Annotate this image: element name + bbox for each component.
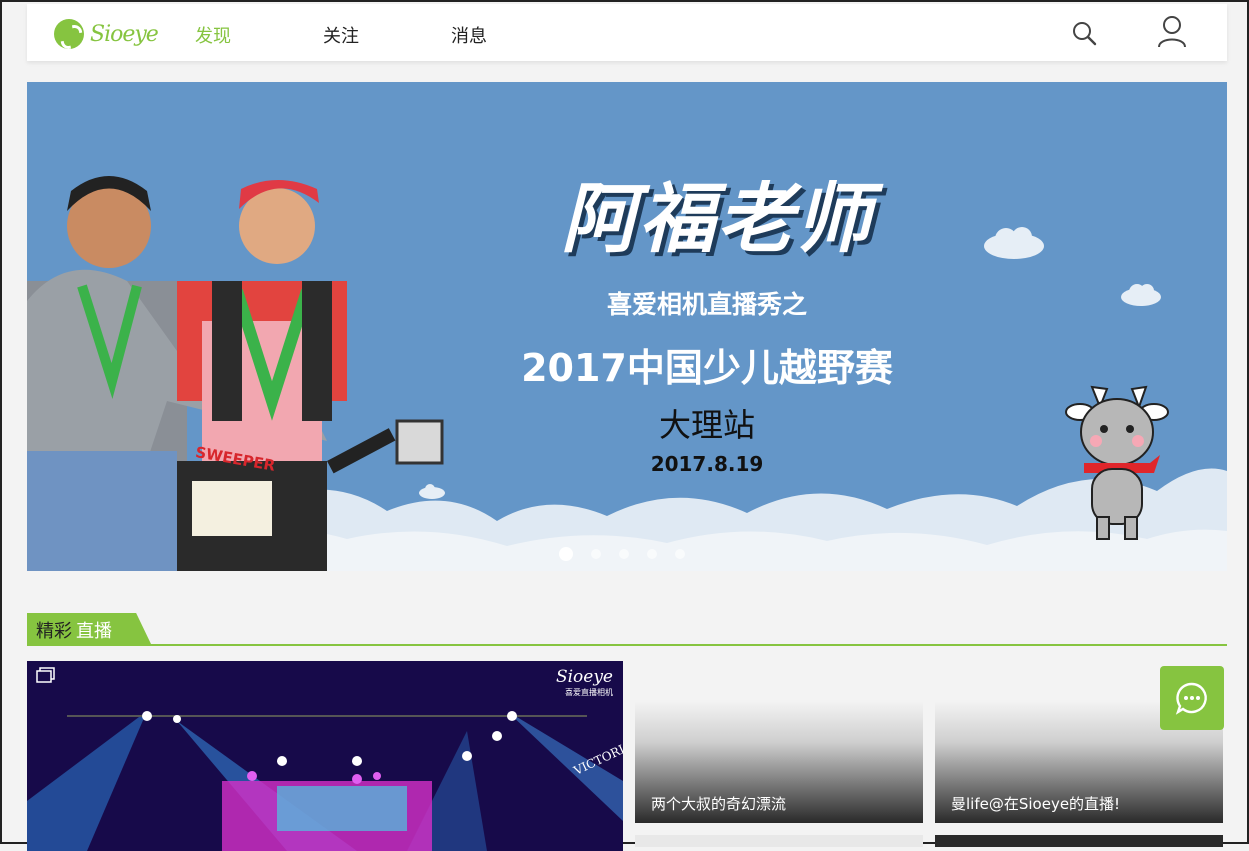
live-card-caption: 曼life@在Sioeye的直播!	[951, 795, 1121, 813]
goat-mascot-icon	[1065, 385, 1169, 540]
carousel-dot[interactable]	[647, 549, 657, 559]
banner-stop: 大理站	[658, 406, 755, 444]
carousel-dot[interactable]	[619, 549, 629, 559]
tab-discover[interactable]: 发现	[195, 22, 231, 48]
concert-stage-photo	[27, 661, 623, 851]
gallery-icon	[36, 667, 55, 683]
carousel-dot[interactable]	[675, 549, 685, 559]
tab-follow[interactable]: 关注	[323, 22, 359, 48]
banner-date: 2017.8.19	[650, 452, 764, 476]
live-card-featured[interactable]: Sioeye 喜爱直播相机 VICTORI	[27, 661, 623, 851]
carousel-indicators	[559, 547, 685, 561]
logo-mark-icon	[54, 19, 84, 49]
section-tag-prefix: 精彩	[36, 621, 72, 642]
tab-messages[interactable]: 消息	[451, 22, 487, 48]
banner-title: 阿福老师	[561, 174, 873, 263]
user-profile-icon[interactable]	[1157, 15, 1187, 53]
cloud-icon	[984, 227, 1044, 259]
live-card-next-row[interactable]	[635, 835, 923, 847]
banner-carousel[interactable]: SWEEPER 阿福老师 喜爱相机直播秀之 2017中国少儿越野赛 大理站 20…	[27, 82, 1227, 571]
card-watermark: Sioeye 喜爱直播相机	[556, 667, 613, 698]
chat-bubble-icon	[1175, 682, 1207, 715]
watermark-sub: 喜爱直播相机	[565, 688, 613, 697]
runners-photo	[27, 176, 444, 571]
carousel-dot[interactable]	[591, 549, 601, 559]
live-card-caption: 两个大叔的奇幻漂流	[651, 795, 787, 813]
chat-button[interactable]	[1160, 666, 1224, 730]
logo-text: Sioeye	[90, 21, 159, 47]
banner-subtitle: 喜爱相机直播秀之	[606, 290, 807, 319]
live-card[interactable]: 两个大叔的奇幻漂流	[635, 661, 923, 823]
live-card-next-row[interactable]	[935, 835, 1223, 847]
sioeye-logo[interactable]: Sioeye	[54, 18, 159, 50]
carousel-dot[interactable]	[559, 547, 573, 561]
live-section-tag[interactable]: 精彩 直播	[27, 613, 151, 644]
top-nav: Sioeye 发现 关注 消息	[27, 4, 1227, 61]
cloud-icon	[1121, 284, 1161, 306]
live-section-header: 精彩 直播	[27, 613, 1227, 646]
search-icon[interactable]	[1072, 21, 1098, 51]
banner-race-name: 2017中国少儿越野赛	[521, 346, 893, 390]
watermark-logo: Sioeye	[555, 667, 613, 687]
section-tag-main: 直播	[76, 621, 112, 642]
